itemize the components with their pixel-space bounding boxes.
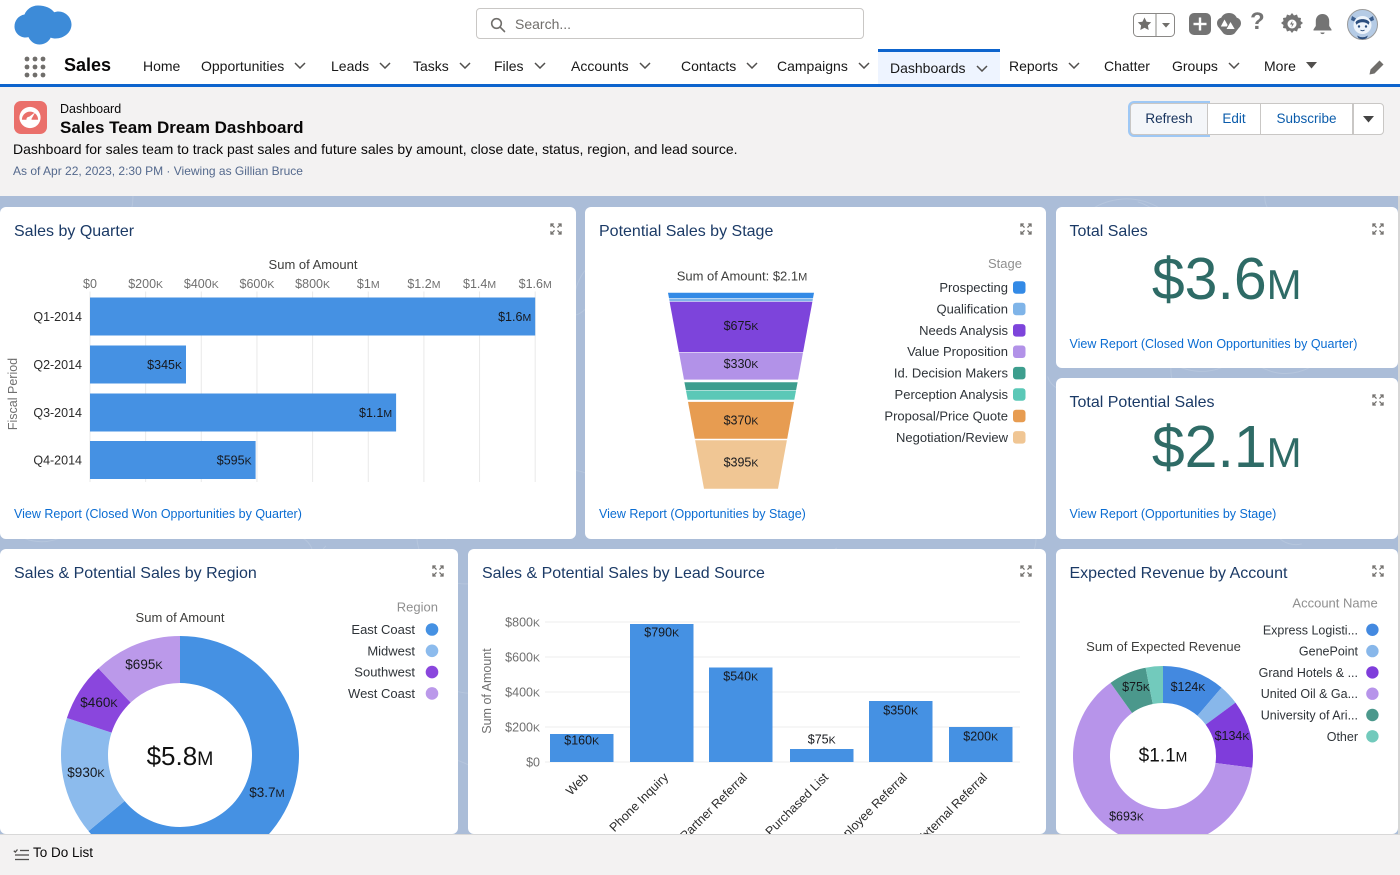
svg-text:Q1-2014: Q1-2014 (33, 310, 82, 324)
svg-text:$1M: $1M (357, 277, 380, 291)
svg-text:Express Logisti...: Express Logisti... (1262, 623, 1357, 637)
svg-text:$400K: $400K (505, 686, 540, 700)
svg-text:University of Ari...: University of Ari... (1260, 709, 1357, 723)
svg-text:$3.7M: $3.7M (249, 785, 284, 800)
svg-text:Negotiation/Review: Negotiation/Review (896, 429, 1009, 444)
svg-text:$460K: $460K (80, 695, 118, 710)
svg-text:$1.6M: $1.6M (519, 277, 552, 291)
svg-text:$1.2M: $1.2M (407, 277, 440, 291)
svg-text:$693K: $693K (1109, 810, 1144, 824)
svg-text:Purchased List: Purchased List (763, 770, 832, 834)
svg-text:Perception Analysis: Perception Analysis (895, 387, 1009, 402)
svg-text:Sum of Amount: Sum of Amount (269, 257, 358, 272)
svg-text:Midwest: Midwest (367, 643, 415, 658)
svg-text:Employee Referral: Employee Referral (827, 770, 910, 834)
svg-text:Account Name: Account Name (1292, 595, 1377, 610)
svg-text:Sum of Amount: Sum of Amount (480, 648, 494, 734)
svg-text:$675K: $675K (724, 319, 759, 333)
svg-text:Q4-2014: Q4-2014 (33, 453, 82, 467)
svg-text:Value Proposition: Value Proposition (907, 344, 1008, 359)
svg-text:Partner Referral: Partner Referral (677, 770, 750, 834)
svg-text:Grand Hotels & ...: Grand Hotels & ... (1258, 666, 1357, 680)
svg-text:$800K: $800K (505, 616, 540, 630)
svg-text:$5.8M: $5.8M (147, 741, 214, 771)
svg-text:Needs Analysis: Needs Analysis (919, 322, 1008, 337)
svg-text:Fiscal Period: Fiscal Period (6, 357, 20, 429)
svg-text:$695K: $695K (125, 657, 163, 672)
svg-text:$540K: $540K (723, 670, 758, 684)
svg-text:$370K: $370K (724, 413, 759, 427)
svg-text:$0: $0 (83, 277, 97, 291)
svg-text:Southwest: Southwest (354, 665, 415, 680)
svg-text:Other: Other (1326, 730, 1357, 744)
svg-text:$160K: $160K (564, 734, 599, 748)
svg-text:$200K: $200K (963, 730, 998, 744)
svg-text:Q2-2014: Q2-2014 (33, 358, 82, 372)
svg-text:Qualification: Qualification (936, 301, 1008, 316)
svg-text:$600K: $600K (240, 277, 275, 291)
svg-text:West Coast: West Coast (348, 686, 415, 701)
svg-text:$0: $0 (526, 756, 540, 770)
svg-text:$1.6M: $1.6M (498, 310, 531, 324)
svg-text:Sum of Amount: $2.1M: Sum of Amount: $2.1M (677, 268, 808, 283)
svg-text:$200K: $200K (128, 277, 163, 291)
svg-text:$930K: $930K (67, 765, 105, 780)
svg-text:Prospecting: Prospecting (939, 280, 1008, 295)
svg-text:$400K: $400K (184, 277, 219, 291)
svg-text:Q3-2014: Q3-2014 (33, 406, 82, 420)
svg-text:$75K: $75K (1122, 680, 1150, 694)
svg-text:Sum of Expected Revenue: Sum of Expected Revenue (1086, 639, 1241, 654)
svg-text:$134K: $134K (1214, 729, 1249, 743)
svg-text:United Oil & Ga...: United Oil & Ga... (1260, 687, 1357, 701)
svg-text:Proposal/Price Quote: Proposal/Price Quote (884, 408, 1008, 423)
svg-text:Id. Decision Makers: Id. Decision Makers (894, 365, 1009, 380)
svg-text:$790K: $790K (644, 626, 679, 640)
svg-text:$800K: $800K (295, 277, 330, 291)
svg-text:$75K: $75K (808, 733, 836, 747)
svg-text:$345K: $345K (147, 358, 182, 372)
svg-text:Region: Region (397, 600, 438, 615)
svg-text:$595K: $595K (217, 453, 252, 467)
svg-text:East Coast: East Coast (351, 622, 415, 637)
svg-text:$124K: $124K (1170, 680, 1205, 694)
svg-text:$350K: $350K (883, 704, 918, 718)
svg-text:$200K: $200K (505, 721, 540, 735)
svg-text:GenePoint: GenePoint (1298, 645, 1358, 659)
svg-text:$1.1M: $1.1M (1138, 746, 1187, 767)
svg-text:Stage: Stage (988, 256, 1022, 271)
svg-text:$1.4M: $1.4M (463, 277, 496, 291)
svg-text:$1.1M: $1.1M (359, 406, 392, 420)
svg-text:$600K: $600K (505, 651, 540, 665)
svg-text:Web: Web (563, 770, 591, 798)
svg-text:External Referral: External Referral (914, 770, 990, 834)
svg-text:Phone Inquiry: Phone Inquiry (607, 770, 672, 834)
svg-text:$330K: $330K (724, 357, 759, 371)
svg-text:Sum of Amount: Sum of Amount (136, 610, 225, 625)
svg-text:$395K: $395K (724, 455, 759, 469)
